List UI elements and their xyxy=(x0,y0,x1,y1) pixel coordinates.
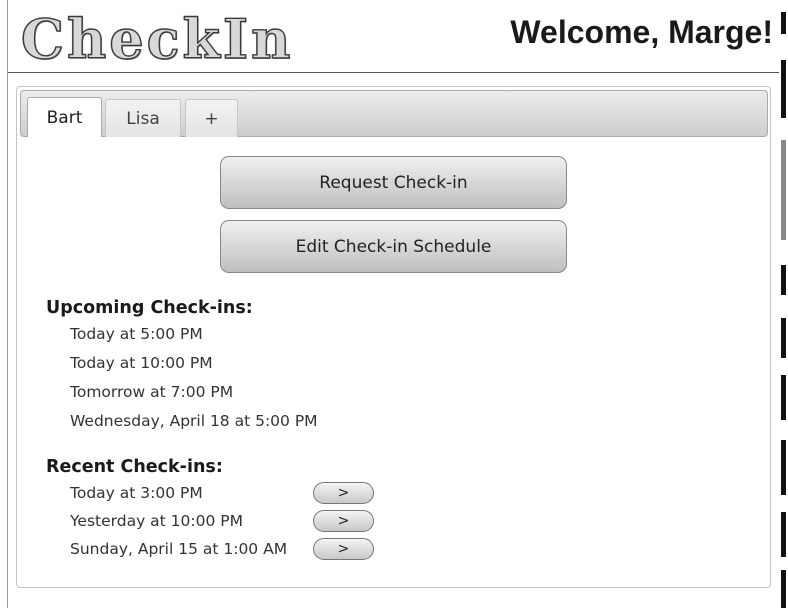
tab-bart[interactable]: Bart xyxy=(27,97,102,137)
upcoming-item: Today at 5:00 PM xyxy=(70,325,203,343)
header-divider xyxy=(8,72,779,73)
recent-item-label: Today at 3:00 PM xyxy=(70,484,203,502)
app-header: CheckIn Welcome, Marge! xyxy=(7,0,779,74)
tab-lisa[interactable]: Lisa xyxy=(105,99,181,137)
window-right-edge xyxy=(779,0,788,608)
request-checkin-button[interactable]: Request Check-in xyxy=(220,156,567,209)
edit-schedule-button[interactable]: Edit Check-in Schedule xyxy=(220,220,567,273)
edge-mark xyxy=(781,512,786,557)
recent-item-label: Sunday, April 15 at 1:00 AM xyxy=(70,540,288,558)
recent-item-open-button[interactable]: > xyxy=(313,538,374,560)
welcome-message: Welcome, Marge! xyxy=(510,14,773,50)
edge-mark xyxy=(781,318,786,358)
add-tab-button[interactable]: + xyxy=(185,99,238,137)
recent-title: Recent Check-ins: xyxy=(46,457,223,477)
recent-item-label: Yesterday at 10:00 PM xyxy=(70,512,243,530)
edge-mark xyxy=(781,265,786,295)
upcoming-item: Today at 10:00 PM xyxy=(70,354,213,372)
edge-mark xyxy=(781,440,786,495)
upcoming-item: Wednesday, April 18 at 5:00 PM xyxy=(70,412,318,430)
edge-mark xyxy=(781,12,786,34)
upcoming-title: Upcoming Check-ins: xyxy=(46,298,253,318)
edge-mark xyxy=(781,375,786,420)
main-panel: Bart Lisa + Request Check-in Edit Check-… xyxy=(16,86,771,588)
recent-item-open-button[interactable]: > xyxy=(313,510,374,532)
tab-bar: Bart Lisa + xyxy=(20,90,768,137)
edge-mark xyxy=(781,570,786,608)
recent-item-open-button[interactable]: > xyxy=(313,482,374,504)
upcoming-item: Tomorrow at 7:00 PM xyxy=(70,383,234,401)
edge-mark xyxy=(781,140,786,240)
app-logo: CheckIn xyxy=(20,7,294,71)
edge-mark xyxy=(781,60,786,118)
window-left-border xyxy=(7,0,8,608)
